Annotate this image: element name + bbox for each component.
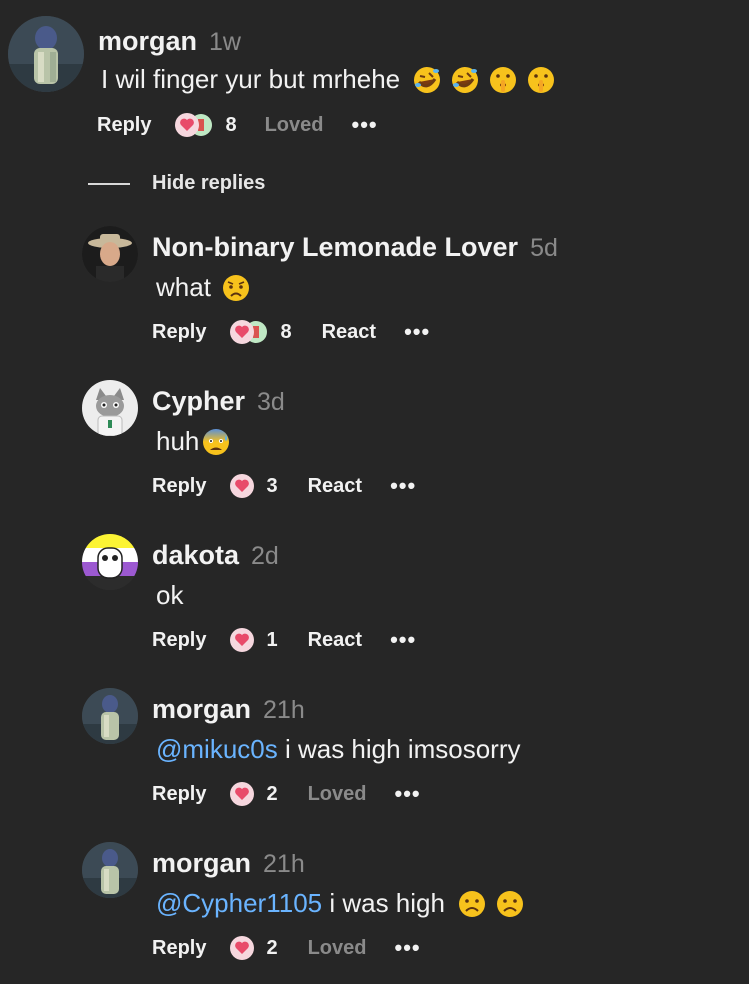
react-button[interactable]: React <box>322 321 376 344</box>
reply-button[interactable]: Reply <box>152 783 206 806</box>
username[interactable]: dakota <box>152 540 239 571</box>
reply-button[interactable]: Reply <box>152 321 206 344</box>
reactions-summary[interactable] <box>228 319 270 345</box>
timestamp: 21h <box>263 696 305 724</box>
username[interactable]: Non-binary Lemonade Lover <box>152 232 518 263</box>
reply-button[interactable]: Reply <box>152 629 206 652</box>
timestamp: 3d <box>257 388 285 416</box>
timestamp: 2d <box>251 542 279 570</box>
more-options-icon[interactable]: ••• <box>352 112 378 138</box>
username[interactable]: morgan <box>98 26 197 57</box>
mention-link[interactable]: @Cypher1105 <box>156 888 322 919</box>
comment-text: @mikuc0s i was high imsosorry <box>156 734 520 765</box>
avatar[interactable] <box>8 16 84 92</box>
reactions-summary[interactable] <box>228 935 256 961</box>
hide-replies-button[interactable]: Hide replies <box>88 172 265 195</box>
comment-body: i was high <box>322 888 445 918</box>
rofl-emoji-icon <box>450 65 480 95</box>
shushing-face-emoji-icon <box>526 65 556 95</box>
heart-reaction-icon <box>230 474 255 498</box>
frowning-face-emoji-icon <box>457 889 487 919</box>
avatar[interactable] <box>82 226 138 282</box>
user-photo-icon <box>82 688 138 744</box>
timestamp: 21h <box>263 850 305 878</box>
timestamp: 5d <box>530 234 558 262</box>
more-options-icon[interactable]: ••• <box>395 935 421 961</box>
loved-button[interactable]: Loved <box>265 114 324 137</box>
reaction-count: 8 <box>225 113 237 136</box>
comment-text: huh <box>156 426 231 457</box>
heart-reaction-icon <box>230 320 268 344</box>
reactions-summary[interactable] <box>228 627 256 653</box>
reply-button[interactable]: Reply <box>152 475 206 498</box>
shushing-face-emoji-icon <box>488 65 518 95</box>
thread-divider <box>88 182 130 185</box>
heart-reaction-icon <box>230 628 255 652</box>
cat-avatar-icon <box>82 380 138 436</box>
comment-body: what <box>156 272 211 302</box>
avatar[interactable] <box>82 534 138 590</box>
reply-button[interactable]: Reply <box>152 937 206 960</box>
reaction-count: 8 <box>280 320 292 343</box>
more-options-icon[interactable]: ••• <box>390 473 416 499</box>
reactions-summary[interactable] <box>228 781 256 807</box>
comment-text: ok <box>156 580 183 611</box>
reaction-count: 1 <box>266 628 278 651</box>
username[interactable]: morgan <box>152 694 251 725</box>
avatar[interactable] <box>82 688 138 744</box>
heart-reaction-icon <box>230 936 255 960</box>
reaction-count: 3 <box>266 474 278 497</box>
user-photo-icon <box>82 842 138 898</box>
comment-text: @Cypher1105 i was high <box>156 888 525 919</box>
comment-body: ok <box>156 580 184 610</box>
nonbinary-flag-avatar-icon <box>82 534 138 590</box>
more-options-icon[interactable]: ••• <box>404 319 430 345</box>
avatar[interactable] <box>82 380 138 436</box>
mention-link[interactable]: @mikuc0s <box>156 734 278 765</box>
username[interactable]: Cypher <box>152 386 245 417</box>
reaction-count: 2 <box>266 936 278 959</box>
reaction-count: 2 <box>266 782 278 805</box>
comment-text: what <box>156 272 251 303</box>
worried-face-emoji-icon <box>221 273 251 303</box>
username[interactable]: morgan <box>152 848 251 879</box>
anxious-face-with-sweat-emoji-icon <box>201 427 231 457</box>
hide-replies-label: Hide replies <box>152 172 266 194</box>
user-photo-icon <box>8 16 84 92</box>
user-photo-icon <box>82 226 138 282</box>
timestamp: 1w <box>209 28 241 56</box>
frowning-face-emoji-icon <box>495 889 525 919</box>
heart-reaction-icon <box>175 113 213 137</box>
avatar[interactable] <box>82 842 138 898</box>
reactions-summary[interactable] <box>228 473 256 499</box>
more-options-icon[interactable]: ••• <box>395 781 421 807</box>
comment-text: I wil finger yur but mrhehe <box>101 64 556 95</box>
reply-button[interactable]: Reply <box>97 114 151 137</box>
reactions-summary[interactable] <box>173 112 215 138</box>
loved-button[interactable]: Loved <box>308 783 367 806</box>
react-button[interactable]: React <box>308 629 362 652</box>
comment-body: huh <box>156 426 200 456</box>
heart-reaction-icon <box>230 782 255 806</box>
rofl-emoji-icon <box>412 65 442 95</box>
react-button[interactable]: React <box>308 475 362 498</box>
comment-body: i was high imsosorry <box>277 734 521 764</box>
comment-body: I wil finger yur but mrhehe <box>101 64 401 94</box>
loved-button[interactable]: Loved <box>308 937 367 960</box>
more-options-icon[interactable]: ••• <box>390 627 416 653</box>
